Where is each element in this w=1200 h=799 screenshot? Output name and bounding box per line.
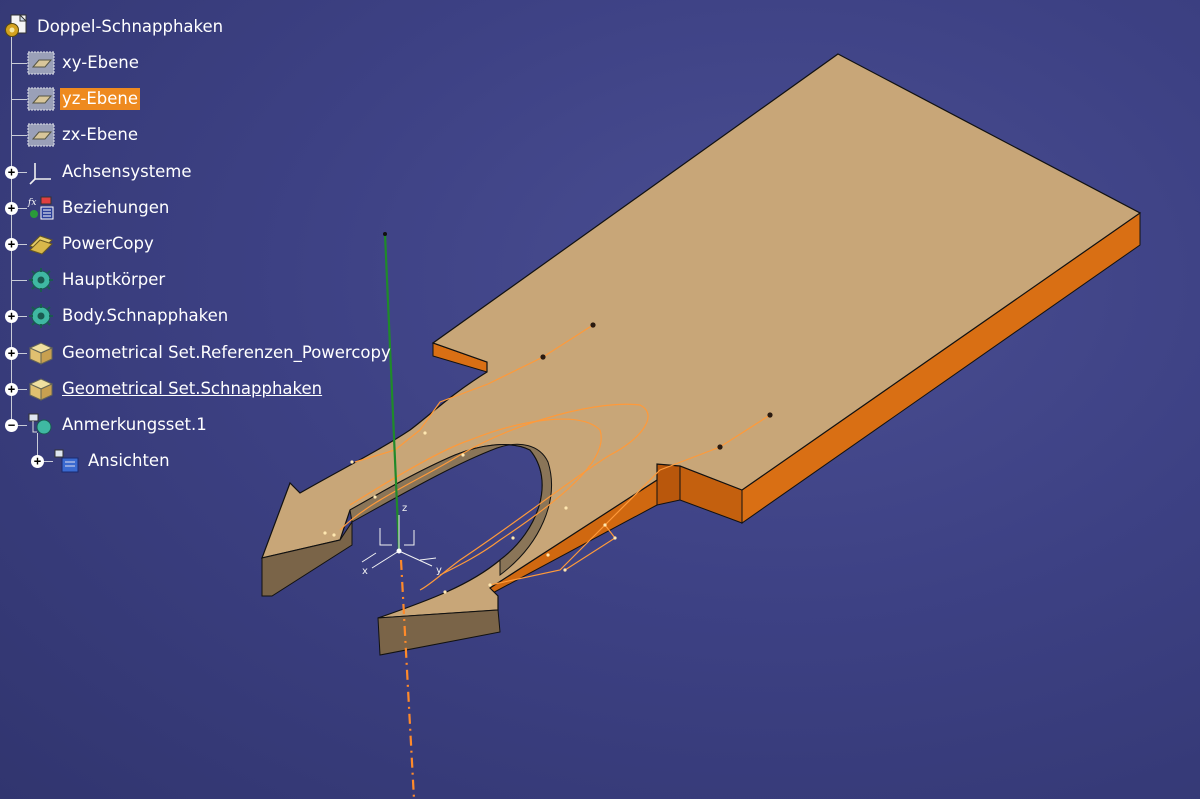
tree-root-label: Doppel-Schnapphaken xyxy=(37,17,224,36)
tree-item[interactable]: PowerCopy xyxy=(27,230,156,258)
tree-item-label: Hauptkörper xyxy=(62,270,166,289)
tree-item[interactable]: Body.Schnapphaken xyxy=(27,302,230,330)
tree-item[interactable]: Achsensysteme xyxy=(27,158,194,186)
tree-item[interactable]: zx-Ebene xyxy=(27,121,140,149)
powercopy-icon xyxy=(29,235,53,255)
expand-toggle[interactable]: + xyxy=(5,383,18,396)
axis-system-icon xyxy=(29,163,51,185)
tree-item-label: xy-Ebene xyxy=(62,53,139,72)
tree-item-label: Achsensysteme xyxy=(62,162,192,181)
tree-root[interactable]: Doppel-Schnapphaken xyxy=(2,13,225,41)
body-gear-icon xyxy=(29,268,53,292)
annotation-set-icon xyxy=(28,413,52,435)
tree-item[interactable]: Ansichten xyxy=(53,447,172,475)
part-document-icon xyxy=(5,14,28,37)
tree-item[interactable]: Geometrical Set.Referenzen_Powercopy xyxy=(27,339,393,367)
expand-toggle[interactable]: + xyxy=(5,166,18,179)
right-hook-front xyxy=(377,609,501,656)
plane-icon xyxy=(27,123,55,147)
axis-triad xyxy=(361,515,437,569)
collapse-toggle[interactable]: − xyxy=(5,419,18,432)
expand-toggle[interactable]: + xyxy=(5,347,18,360)
tree-item[interactable]: xy-Ebene xyxy=(27,49,141,77)
tree-item[interactable]: fx Beziehungen xyxy=(27,194,171,222)
tree-branch-line xyxy=(11,63,27,64)
expand-toggle[interactable]: + xyxy=(31,455,44,468)
tree-item-label: Body.Schnapphaken xyxy=(62,306,229,325)
expand-toggle[interactable]: + xyxy=(5,202,18,215)
tree-item-label: yz-Ebene xyxy=(60,88,141,110)
tree-branch-line xyxy=(11,99,27,100)
tree-item-label: Beziehungen xyxy=(62,198,170,217)
tree-item-label: Geometrical Set.Referenzen_Powercopy xyxy=(62,343,391,362)
views-icon xyxy=(54,449,79,473)
expand-toggle[interactable]: + xyxy=(5,238,18,251)
tree-branch-line xyxy=(11,280,27,281)
tree-item[interactable]: Geometrical Set.Schnapphaken xyxy=(27,375,324,403)
svg-text:fx: fx xyxy=(27,198,36,208)
geometrical-set-icon xyxy=(28,378,54,401)
relations-icon: fx xyxy=(27,196,54,220)
tree-item-label: Geometrical Set.Schnapphaken xyxy=(62,379,323,398)
tree-item-label: zx-Ebene xyxy=(62,125,139,144)
tree-branch-line xyxy=(11,135,27,136)
plane-icon xyxy=(27,51,55,75)
plane-icon xyxy=(27,87,55,111)
tree-item-label: PowerCopy xyxy=(62,234,154,253)
specification-tree: Doppel-Schnapphaken xy-Ebene yz-Ebene zx-E… xyxy=(0,0,420,480)
expand-toggle[interactable]: + xyxy=(5,310,18,323)
axis-label-y: y xyxy=(436,565,442,576)
tree-item-label: Anmerkungsset.1 xyxy=(62,415,207,434)
geometrical-set-icon xyxy=(28,342,54,365)
axis-label-z: z xyxy=(402,503,407,514)
tree-item[interactable]: yz-Ebene xyxy=(27,85,141,113)
tree-item[interactable]: Hauptkörper xyxy=(27,266,167,294)
axis-label-x: x xyxy=(362,566,368,577)
tree-item[interactable]: Anmerkungsset.1 xyxy=(27,411,209,439)
body-gear-icon xyxy=(29,304,53,328)
tree-trunk-line xyxy=(11,34,12,423)
orange-axis-line xyxy=(399,559,416,799)
tree-item-label: Ansichten xyxy=(88,451,170,470)
